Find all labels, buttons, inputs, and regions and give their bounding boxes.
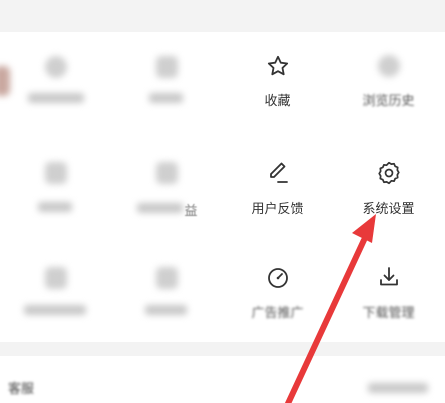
menu-label-history: 浏览历史 <box>362 94 415 109</box>
menu-label-feedback: 用户反馈 <box>251 202 304 217</box>
bottom-row-label: 客服 <box>8 382 35 397</box>
blurred-icon <box>44 56 67 78</box>
star-icon <box>266 54 290 78</box>
blurred-icon <box>44 162 67 184</box>
top-divider <box>0 0 445 32</box>
bottom-divider <box>0 342 445 356</box>
menu-item-blurred-1[interactable] <box>0 32 111 132</box>
blurred-label <box>149 93 183 103</box>
blurred-label <box>38 202 72 212</box>
blurred-icon <box>155 267 178 289</box>
pencil-icon <box>266 160 290 186</box>
menu-label-public-welfare-partial: 益 <box>184 204 198 219</box>
menu-item-public-welfare[interactable]: 益 <box>111 140 222 240</box>
blurred-label <box>145 305 187 315</box>
download-icon <box>377 265 401 289</box>
blurred-icon <box>44 267 67 289</box>
menu-item-favorites[interactable]: 收藏 <box>222 32 333 132</box>
menu-item-blurred-3[interactable] <box>0 140 111 240</box>
menu-grid: 收藏 浏览历史 益 用户反馈 系统设置 广告推广 下载管理 <box>0 32 445 342</box>
menu-item-feedback[interactable]: 用户反馈 <box>222 140 333 240</box>
menu-item-blurred-5[interactable] <box>111 250 222 342</box>
menu-label-settings: 系统设置 <box>362 202 415 217</box>
menu-label-favorites: 收藏 <box>264 94 291 109</box>
bottom-row[interactable]: 客服 <box>0 356 445 403</box>
blurred-icon <box>155 162 178 184</box>
menu-item-history[interactable]: 浏览历史 <box>333 32 444 132</box>
edge-image-fragment <box>0 66 10 96</box>
blurred-icon <box>155 56 178 78</box>
gauge-icon <box>266 266 290 290</box>
menu-item-blurred-4[interactable] <box>0 250 111 342</box>
blurred-label <box>24 305 86 315</box>
clock-icon <box>377 55 400 77</box>
menu-label-downloads: 下载管理 <box>362 306 415 321</box>
menu-item-blurred-2[interactable] <box>111 32 222 132</box>
menu-item-downloads[interactable]: 下载管理 <box>333 250 444 342</box>
menu-item-settings[interactable]: 系统设置 <box>333 140 444 240</box>
blurred-label <box>137 203 183 213</box>
bottom-row-value <box>368 383 428 393</box>
gear-icon <box>376 160 402 186</box>
menu-label-ad-promo: 广告推广 <box>251 306 304 321</box>
menu-item-ad-promo[interactable]: 广告推广 <box>222 250 333 342</box>
blurred-label <box>28 93 84 103</box>
